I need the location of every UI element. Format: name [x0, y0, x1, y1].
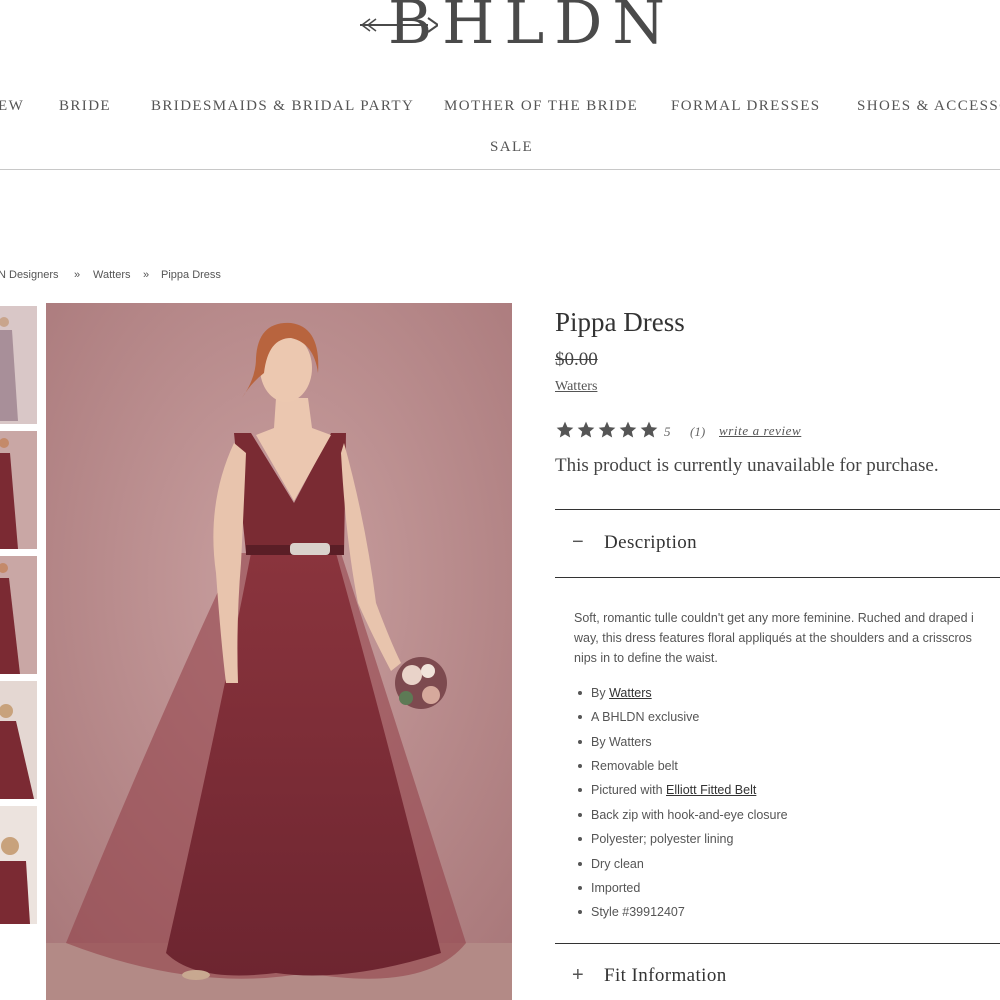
description-line: way, this dress features floral appliqué… [574, 631, 972, 645]
thumbnail-image [0, 556, 37, 674]
nav-item-bridesmaids[interactable]: BRIDESMAIDS & BRIDAL PARTY [151, 98, 414, 115]
breadcrumb-current: Pippa Dress [161, 269, 221, 281]
main-nav: EW BRIDE BRIDESMAIDS & BRIDAL PARTY MOTH… [0, 98, 1000, 118]
thumbnail-image [0, 306, 37, 424]
product-photo [46, 303, 512, 1000]
plus-icon[interactable]: + [572, 964, 584, 987]
thumbnail-image [0, 806, 37, 924]
list-item: Polyester; polyester lining [578, 832, 733, 846]
thumbnail-3[interactable] [0, 556, 37, 674]
thumbnail-image [0, 431, 37, 549]
list-item: By Watters [578, 735, 652, 749]
breadcrumb-separator: » [143, 269, 150, 281]
description-text: Soft, romantic tulle couldn't get any mo… [574, 608, 1000, 668]
breadcrumb-watters[interactable]: Watters [93, 269, 131, 281]
description-heading[interactable]: Description [604, 532, 697, 554]
nav-item-formal-dresses[interactable]: FORMAL DRESSES [671, 98, 821, 115]
rating-value: 5 [664, 424, 671, 439]
write-review-link[interactable]: write a review [719, 423, 801, 439]
list-item: A BHLDN exclusive [578, 710, 699, 724]
accordion-divider [555, 577, 1000, 578]
minus-icon[interactable]: − [572, 531, 584, 554]
breadcrumb-designers[interactable]: N Designers [0, 269, 59, 281]
list-item: Imported [578, 881, 640, 895]
availability-message: This product is currently unavailable fo… [555, 455, 939, 476]
star-icon [556, 421, 574, 438]
star-icon [640, 421, 658, 438]
nav-item-bride[interactable]: BRIDE [59, 98, 111, 115]
product-title: Pippa Dress [555, 307, 685, 337]
nav-item-sale[interactable]: SALE [490, 139, 533, 156]
list-item: Removable belt [578, 759, 678, 773]
list-item: By Watters [578, 686, 652, 700]
description-line: nips in to define the waist. [574, 651, 718, 665]
accordion-divider [555, 509, 1000, 510]
logo-text: BHLDN [388, 0, 675, 58]
nav-item-new[interactable]: EW [0, 98, 24, 115]
list-item: Back zip with hook-and-eye closure [578, 808, 788, 822]
nav-divider [0, 169, 1000, 170]
rating-stars[interactable] [555, 420, 659, 442]
thumbnail-2[interactable] [0, 431, 37, 549]
designer-link[interactable]: Watters [555, 379, 597, 395]
thumbnail-5[interactable] [0, 806, 37, 924]
thumbnail-4[interactable] [0, 681, 37, 799]
product-price: $0.00 [555, 349, 598, 370]
list-item: Pictured with Elliott Fitted Belt [578, 783, 756, 797]
accordion-divider [555, 943, 1000, 944]
designer-link[interactable]: Watters [609, 686, 652, 700]
breadcrumb-separator: » [74, 269, 81, 281]
brand-logo[interactable]: BHLDN [358, 0, 668, 58]
star-icon [577, 421, 595, 438]
nav-item-mother-of-the-bride[interactable]: MOTHER OF THE BRIDE [444, 98, 638, 115]
review-count[interactable]: (1) [690, 424, 705, 440]
belt-link[interactable]: Elliott Fitted Belt [666, 783, 756, 797]
fit-information-heading[interactable]: Fit Information [604, 965, 727, 987]
thumbnail-1[interactable] [0, 306, 37, 424]
list-item: Style #39912407 [578, 905, 685, 919]
description-line: Soft, romantic tulle couldn't get any mo… [574, 611, 974, 625]
product-main-image[interactable] [46, 303, 512, 1000]
thumbnail-image [0, 681, 37, 799]
star-icon [598, 421, 616, 438]
list-item: Dry clean [578, 857, 644, 871]
nav-item-shoes-accessories[interactable]: SHOES & ACCESSO [857, 98, 1000, 115]
star-icon [619, 421, 637, 438]
